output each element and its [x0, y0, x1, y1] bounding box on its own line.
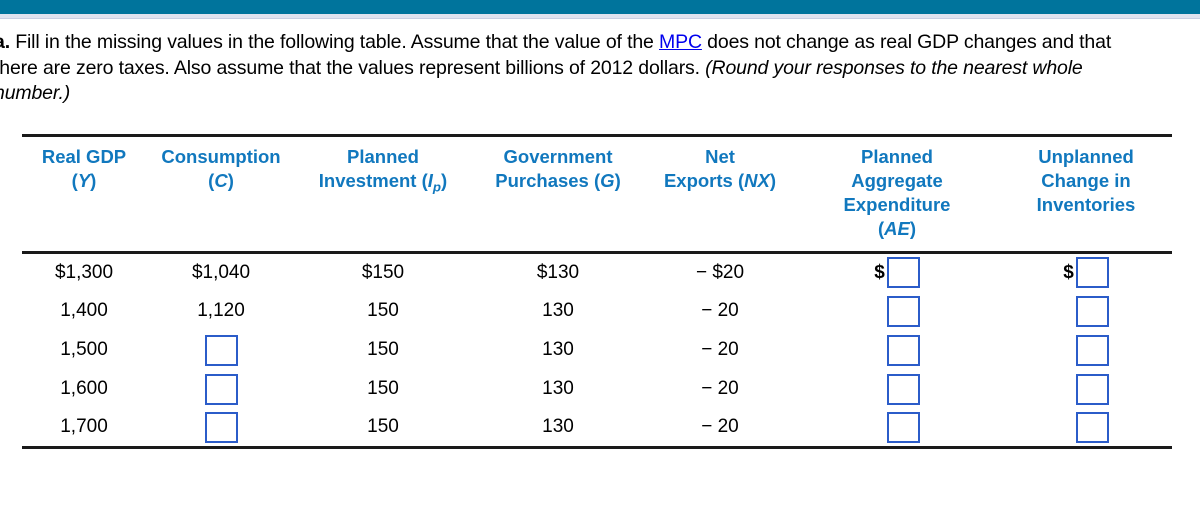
cell-planned-investment: $150 [361, 261, 405, 283]
col-header-planned-aggregate-expenditure: Planned Aggregate Expenditure (AE) [843, 146, 951, 239]
unplanned-input-row-2[interactable] [1075, 295, 1109, 327]
header-var: AE [884, 218, 910, 239]
col-header-real-gdp: Real GDP (Y) [41, 146, 127, 191]
cell-consumption: $1,040 [191, 261, 251, 283]
col-header-government-purchases: Government Purchases (G) [495, 146, 621, 191]
values-table: Real GDP (Y) Consumption (C) Planned Inv… [22, 134, 1172, 449]
header-var: G [600, 170, 615, 191]
cell-real-gdp: 1,500 [60, 339, 108, 360]
unplanned-input-row-1[interactable] [1075, 257, 1109, 289]
cell-net-exports: − 20 [701, 339, 739, 360]
cell-real-gdp: 1,600 [60, 378, 108, 399]
cell-planned-investment: 150 [367, 378, 399, 399]
ae-input-row-2[interactable] [886, 295, 920, 327]
dollar-sign: $ [874, 261, 885, 283]
toolbar-divider [0, 14, 1200, 19]
question-label: a. [0, 31, 10, 53]
cell-net-exports: − 20 [701, 300, 739, 321]
header-line2: Aggregate [851, 170, 943, 191]
unplanned-input-row-5[interactable] [1075, 411, 1109, 443]
table-row: 1,600 150 130 − 20 $ $ [22, 370, 1172, 409]
cell-unplanned-inventories: $ [1000, 253, 1172, 292]
cell-consumption [146, 331, 296, 370]
cell-aggregate-expenditure: $ [794, 292, 1000, 331]
cell-unplanned-inventories: $ [1000, 370, 1172, 409]
cell-planned-investment: 150 [367, 339, 399, 360]
cell-unplanned-inventories: $ [1000, 331, 1172, 370]
mpc-link[interactable]: MPC [659, 31, 702, 53]
cell-aggregate-expenditure: $ [794, 409, 1000, 448]
header-line3: Inventories [1036, 194, 1136, 215]
cell-planned-investment: 150 [367, 300, 399, 321]
table-row: 1,700 150 130 − 20 $ $ [22, 409, 1172, 448]
unplanned-input-row-4[interactable] [1075, 373, 1109, 405]
cell-consumption [146, 409, 296, 448]
table-row: 1,500 150 130 − 20 $ $ [22, 331, 1172, 370]
ae-input-row-4[interactable] [886, 373, 920, 405]
header-var: C [214, 170, 228, 191]
unplanned-input-row-3[interactable] [1075, 334, 1109, 366]
cell-real-gdp: $1,300 [54, 261, 114, 283]
header-line1: Unplanned [1038, 146, 1134, 167]
consumption-input-row-4[interactable] [204, 373, 238, 405]
header-line3: Expenditure [843, 194, 951, 215]
cell-government-purchases: 130 [542, 416, 574, 438]
cell-real-gdp: 1,700 [60, 416, 108, 438]
cell-net-exports: − $20 [695, 261, 745, 283]
cell-net-exports: − 20 [701, 378, 739, 399]
header-line2: Purchases [495, 170, 589, 191]
header-line1: Planned [861, 146, 933, 167]
header-line1: Net [705, 146, 735, 167]
col-header-unplanned-change-in-inventories: Unplanned Change in Inventories [1000, 136, 1172, 253]
ae-input-row-5[interactable] [886, 411, 920, 443]
consumption-input-row-5[interactable] [204, 411, 238, 443]
cell-planned-investment: 150 [367, 416, 399, 438]
header-line2: Change in [1041, 170, 1131, 191]
cell-aggregate-expenditure: $ [794, 370, 1000, 409]
table-row: $1,300 $1,040 $150 $130 − $20 $ $ [22, 253, 1172, 292]
header-line1: Real GDP [41, 146, 127, 167]
header-line1: Planned [347, 146, 419, 167]
cell-unplanned-inventories: $ [1000, 292, 1172, 331]
ae-input-row-1[interactable] [886, 257, 920, 289]
cell-unplanned-inventories: $ [1000, 409, 1172, 448]
header-subscript: p [432, 179, 442, 195]
table-row: 1,400 1,120 150 130 − 20 $ $ [22, 292, 1172, 331]
header-var: NX [744, 170, 770, 191]
ae-input-row-3[interactable] [886, 334, 920, 366]
cell-consumption: 1,120 [197, 300, 245, 321]
prompt-text-part1: Fill in the missing values in the follow… [9, 31, 660, 53]
header-line1: Consumption [161, 146, 281, 167]
header-line2: Exports [663, 170, 733, 191]
cell-aggregate-expenditure: $ [794, 253, 1000, 292]
cell-government-purchases: $130 [536, 261, 580, 283]
values-table-container: Real GDP (Y) Consumption (C) Planned Inv… [22, 134, 1172, 449]
col-header-consumption: Consumption (C) [161, 146, 281, 191]
header-line2: Investment [318, 170, 417, 191]
accent-top-bar [0, 0, 1200, 14]
cell-net-exports: − 20 [701, 416, 739, 438]
cell-government-purchases: 130 [542, 339, 574, 360]
cell-real-gdp: 1,400 [60, 300, 108, 321]
cell-consumption [146, 370, 296, 409]
consumption-input-row-3[interactable] [204, 334, 238, 366]
header-line1: Government [503, 146, 613, 167]
dollar-sign: $ [1063, 261, 1074, 283]
header-var: Y [77, 170, 91, 191]
cell-government-purchases: 130 [542, 300, 574, 321]
cell-government-purchases: 130 [542, 378, 574, 399]
cell-aggregate-expenditure: $ [794, 331, 1000, 370]
question-prompt: a. Fill in the missing values in the fol… [0, 30, 1154, 107]
table-header-row: Real GDP (Y) Consumption (C) Planned Inv… [22, 135, 1172, 253]
col-header-net-exports: Net Exports (NX) [663, 146, 777, 191]
col-header-planned-investment: Planned Investment (Ip) [318, 146, 448, 195]
